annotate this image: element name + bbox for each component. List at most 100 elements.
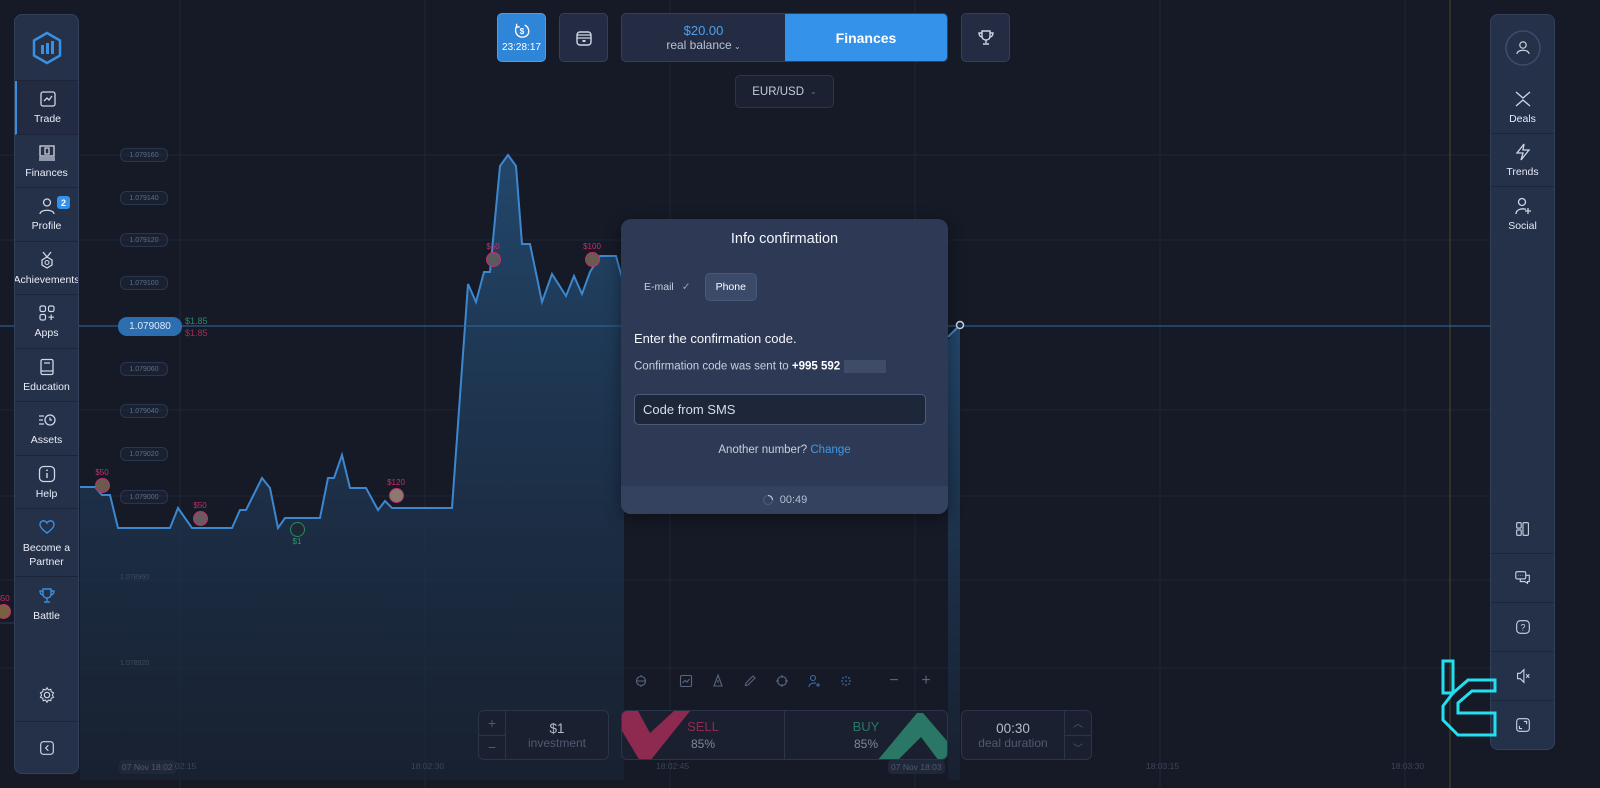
investment-label: investment — [527, 735, 587, 750]
trade-marker[interactable]: $50 — [478, 242, 508, 267]
another-number-text: Another number? Change — [621, 444, 948, 456]
buy-button[interactable]: BUY 85% — [785, 711, 947, 759]
zoom-in-button[interactable]: + — [910, 667, 942, 695]
chart-type-button[interactable] — [625, 667, 657, 695]
tab-email-label: E-mail — [644, 281, 674, 293]
verification-tabs: E-mail ✓ Phone — [636, 273, 757, 301]
profit-up-label: $1.85 — [185, 316, 208, 326]
chat-icon — [1514, 571, 1530, 585]
finances-icon — [38, 145, 55, 161]
phone-number: +995 592 — [791, 360, 841, 373]
fullscreen-button[interactable] — [1491, 700, 1554, 749]
account-avatar[interactable] — [1491, 15, 1554, 81]
increase-investment-button[interactable]: + — [479, 711, 505, 736]
duration-input[interactable]: 00:30 deal duration — [962, 711, 1064, 759]
chest-button[interactable] — [559, 13, 608, 62]
pencil-tool-button[interactable] — [734, 667, 766, 695]
buy-arrow-icon — [878, 713, 947, 759]
crosshair-tool-button[interactable] — [766, 667, 798, 695]
right-item-trends[interactable]: Trends — [1491, 134, 1554, 187]
tournaments-button[interactable] — [961, 13, 1010, 62]
collapse-sidebar-button[interactable] — [15, 721, 78, 773]
sidebar-item-finances[interactable]: Finances — [15, 135, 78, 188]
sell-button[interactable]: SELL 85% — [622, 711, 785, 759]
user-icon — [38, 198, 55, 215]
target-icon — [635, 675, 647, 687]
trade-marker[interactable]: $50 — [87, 468, 117, 493]
time-axis-label: 18:02:30 — [411, 761, 445, 771]
settings-button[interactable] — [15, 669, 78, 721]
heatmap-button[interactable] — [830, 667, 862, 695]
sidebar-item-label: Battle — [33, 609, 60, 622]
loading-spinner-icon — [762, 494, 773, 506]
asset-selector[interactable]: EUR/USD ⌄ — [735, 75, 834, 108]
chevron-down-icon: ⌄ — [810, 87, 817, 96]
countdown-timer: 00:49 — [779, 494, 808, 506]
sidebar-item-help[interactable]: Help — [15, 456, 78, 509]
buy-payout: 85% — [853, 737, 879, 751]
sidebar-item-achievements[interactable]: Achievements — [14, 242, 79, 295]
sidebar-item-label: Assets — [30, 434, 63, 447]
social-trading-button[interactable] — [798, 667, 830, 695]
trade-marker[interactable]: $100 — [577, 242, 607, 267]
medal-icon — [40, 251, 53, 269]
sidebar-item-assets[interactable]: Assets — [15, 402, 78, 456]
cashback-timer-button[interactable]: $ 23:28:17 — [497, 13, 546, 62]
time-axis-label: 18:03:30 — [1391, 761, 1425, 771]
duration-value: 00:30 — [996, 720, 1030, 736]
tab-email[interactable]: E-mail ✓ — [636, 281, 697, 293]
change-number-link[interactable]: Change — [810, 444, 850, 456]
sidebar-item-profile[interactable]: Profile 2 — [15, 188, 78, 242]
balance-amount: $20.00 — [683, 23, 724, 38]
trade-marker[interactable]: $1 — [282, 522, 312, 546]
logo-icon — [32, 31, 61, 64]
help-button[interactable]: ? — [1491, 602, 1554, 651]
logo[interactable] — [15, 15, 78, 81]
trade-marker[interactable]: $50 — [185, 501, 215, 526]
marker-amount: $50 — [95, 468, 109, 477]
chart-line-icon — [39, 91, 56, 107]
right-item-deals[interactable]: Deals — [1491, 81, 1554, 134]
layout-button[interactable] — [1491, 504, 1554, 553]
time-axis-label: 07 Nov 18:03 — [888, 760, 945, 774]
dots-grid-icon — [841, 676, 851, 686]
lightning-icon — [1515, 143, 1530, 161]
dollar-refresh-icon: $ — [514, 23, 529, 38]
price-level-label: 1.079100 — [120, 276, 168, 290]
help-icon: ? — [1515, 620, 1530, 634]
decrease-investment-button[interactable]: − — [479, 736, 505, 760]
pen-nib-icon — [713, 674, 723, 687]
sidebar-item-apps[interactable]: Apps — [15, 295, 78, 349]
price-level-label: 1.079120 — [120, 233, 168, 247]
assets-clock-icon — [38, 414, 56, 426]
sms-code-input[interactable] — [634, 394, 926, 425]
tab-phone[interactable]: Phone — [704, 273, 757, 301]
trader-avatar-icon — [485, 252, 501, 267]
chat-button[interactable] — [1491, 553, 1554, 602]
sound-toggle-button[interactable] — [1491, 651, 1554, 700]
right-item-social[interactable]: Social — [1491, 187, 1554, 240]
svg-text:?: ? — [1520, 623, 1525, 633]
sidebar-item-battle[interactable]: Battle — [15, 577, 78, 631]
trade-marker[interactable]: $120 — [381, 478, 411, 503]
another-number-label: Another number? — [718, 444, 811, 456]
investment-input[interactable]: $1 investment — [506, 711, 608, 759]
finances-button[interactable]: Finances — [785, 14, 947, 61]
sidebar-item-trade[interactable]: Trade — [15, 81, 78, 135]
decrease-duration-button[interactable]: ﹀ — [1065, 736, 1091, 760]
pen-tool-button[interactable] — [702, 667, 734, 695]
sidebar-item-label: Achievements — [14, 273, 79, 286]
price-level-label: 1.079060 — [120, 362, 168, 376]
sidebar-item-label: Finances — [25, 166, 68, 179]
trophy-icon — [977, 29, 994, 45]
buy-label: BUY — [852, 719, 880, 734]
balance-selector[interactable]: $20.00 real balance ⌄ — [622, 14, 785, 61]
increase-duration-button[interactable]: ︿ — [1065, 711, 1091, 736]
indicators-button[interactable] — [670, 667, 702, 695]
sidebar-item-education[interactable]: Education — [15, 349, 78, 402]
time-axis-label: 07 Nov 18:02 — [119, 760, 176, 774]
chevron-up-icon: ︿ — [1073, 719, 1083, 731]
zoom-out-button[interactable]: − — [878, 667, 910, 695]
price-level-label: 1.079040 — [120, 404, 168, 418]
sidebar-item-become-partner[interactable]: Become a Partner — [15, 509, 78, 577]
